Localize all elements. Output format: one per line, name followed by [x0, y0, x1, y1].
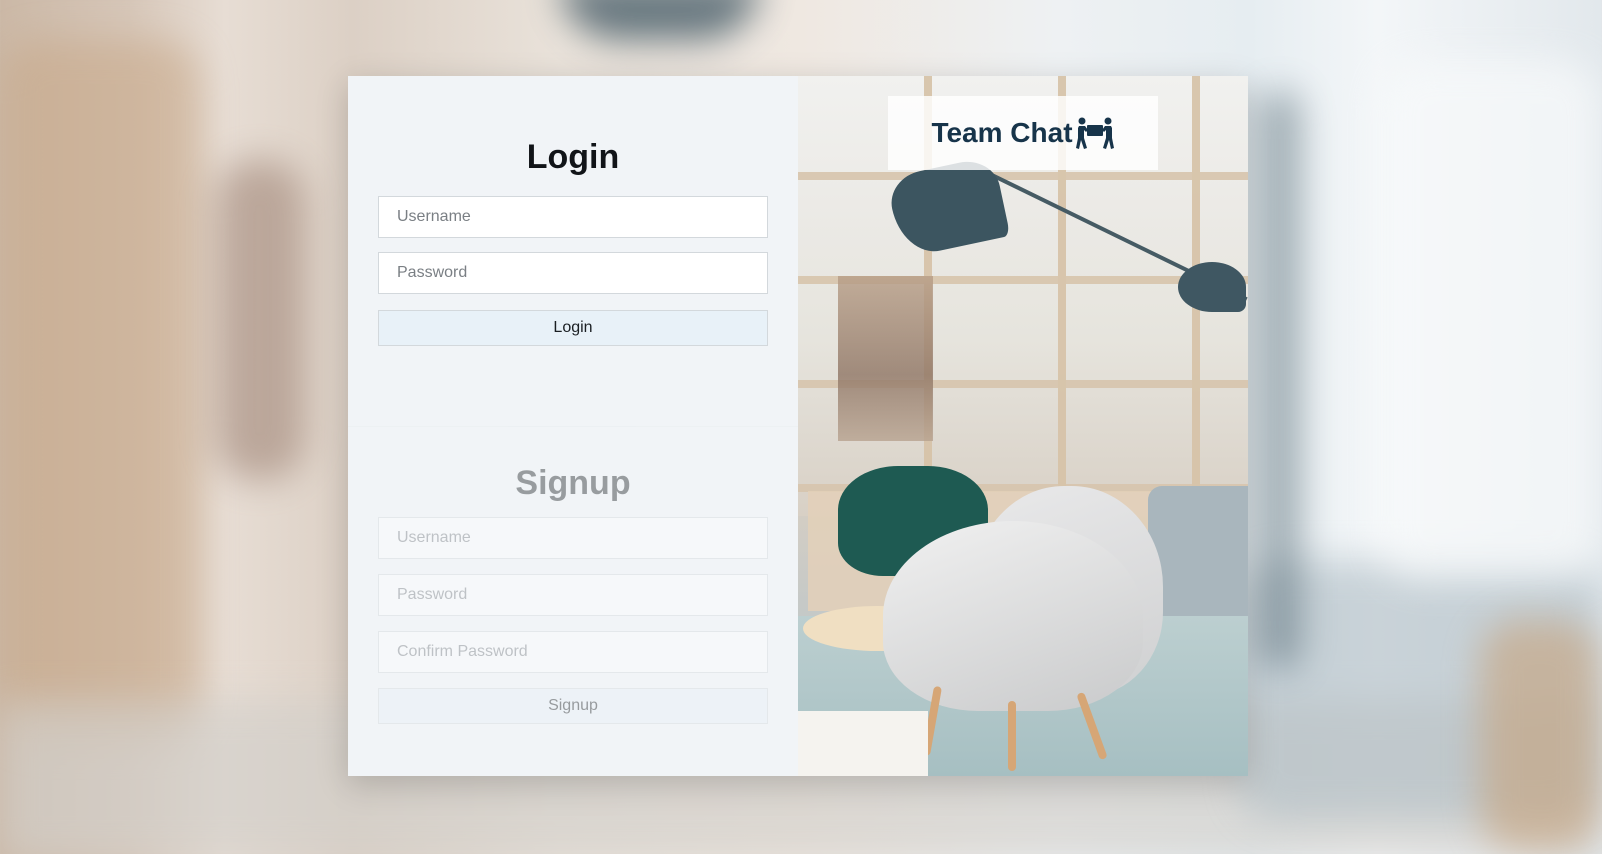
signup-username-input[interactable] [378, 517, 768, 559]
background-lamp [560, 0, 760, 40]
brand-name: Team Chat [931, 117, 1073, 148]
brand-badge: Team Chat [888, 96, 1158, 170]
signup-button[interactable]: Signup [378, 688, 768, 724]
signup-form: Signup Signup [348, 426, 798, 777]
login-button[interactable]: Login [378, 310, 768, 346]
office-photo: Team Chat [798, 76, 1248, 776]
background-shape [0, 40, 200, 740]
background-cabinet [1480, 620, 1600, 850]
login-username-input[interactable] [378, 196, 768, 238]
photo-window-room [838, 276, 933, 441]
background-shape [215, 160, 305, 480]
signup-title[interactable]: Signup [348, 464, 798, 503]
signup-password-input[interactable] [378, 574, 768, 616]
background-lamp-stand [1260, 90, 1300, 670]
auth-card: Login Login Signup Signup Team [348, 76, 1248, 776]
photo-white-box [798, 711, 928, 776]
photo-white-chair [883, 521, 1143, 711]
login-form: Login Login [348, 76, 798, 426]
login-password-input[interactable] [378, 252, 768, 294]
signup-confirm-password-input[interactable] [378, 631, 768, 673]
background-window [1380, 60, 1600, 580]
forms-panel: Login Login Signup Signup [348, 76, 798, 776]
login-title: Login [526, 138, 620, 176]
people-carrying-box-icon [1075, 116, 1115, 150]
photo-sofa [1148, 486, 1248, 616]
photo-chair-leg [1008, 701, 1016, 771]
photo-lamp-shade [1178, 262, 1246, 312]
